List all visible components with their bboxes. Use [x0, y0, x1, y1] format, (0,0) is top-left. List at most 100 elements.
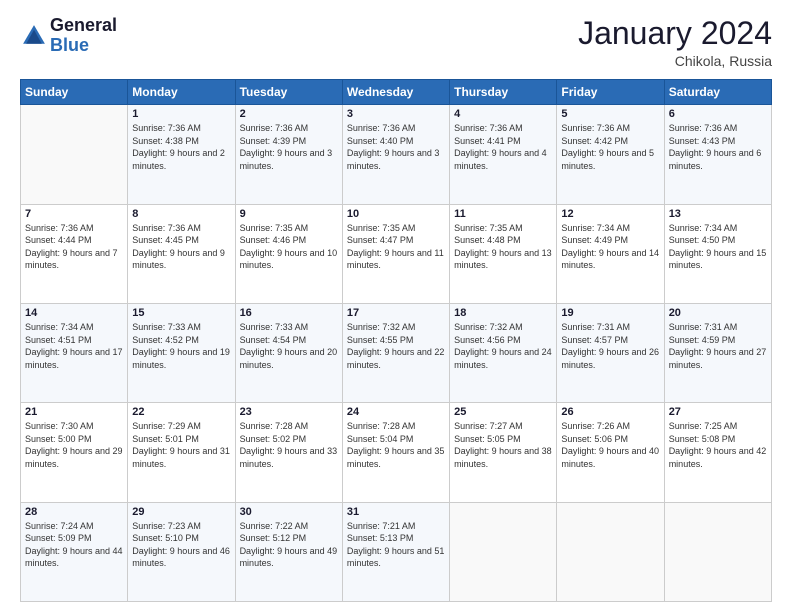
day-cell: 10 Sunrise: 7:35 AM Sunset: 4:47 PM Dayli…: [342, 204, 449, 303]
day-info: Sunrise: 7:27 AM Sunset: 5:05 PM Dayligh…: [454, 420, 552, 470]
day-cell: 22Sunrise: 7:29 AM Sunset: 5:01 PM Dayli…: [128, 403, 235, 502]
col-wednesday: Wednesday: [342, 80, 449, 105]
day-info: Sunrise: 7:34 AM Sunset: 4:50 PM Dayligh…: [669, 222, 767, 272]
day-cell: 15Sunrise: 7:33 AM Sunset: 4:52 PM Dayli…: [128, 303, 235, 402]
day-info: Sunrise: 7:26 AM Sunset: 5:06 PM Dayligh…: [561, 420, 659, 470]
day-info: Sunrise: 7:32 AM Sunset: 4:55 PM Dayligh…: [347, 321, 445, 371]
day-number: 13: [669, 208, 767, 220]
day-info: Sunrise: 7:25 AM Sunset: 5:08 PM Dayligh…: [669, 420, 767, 470]
day-info: Sunrise: 7:35 AM Sunset: 4:46 PM Dayligh…: [240, 222, 338, 272]
day-info: Sunrise: 7:29 AM Sunset: 5:01 PM Dayligh…: [132, 420, 230, 470]
day-cell: 13 Sunrise: 7:34 AM Sunset: 4:50 PM Dayli…: [664, 204, 771, 303]
col-saturday: Saturday: [664, 80, 771, 105]
day-cell: 14Sunrise: 7:34 AM Sunset: 4:51 PM Dayli…: [21, 303, 128, 402]
day-number: 28: [25, 506, 123, 518]
day-number: 7: [25, 208, 123, 220]
day-cell: 28 Sunrise: 7:24 AM Sunset: 5:09 PM Dayli…: [21, 502, 128, 601]
day-cell: 26 Sunrise: 7:26 AM Sunset: 5:06 PM Dayli…: [557, 403, 664, 502]
header: General Blue January 2024 Chikola, Russi…: [20, 16, 772, 69]
day-cell: 11 Sunrise: 7:35 AM Sunset: 4:48 PM Dayli…: [450, 204, 557, 303]
day-info: Sunrise: 7:33 AM Sunset: 4:54 PM Dayligh…: [240, 321, 338, 371]
day-number: 30: [240, 506, 338, 518]
day-number: 26: [561, 406, 659, 418]
day-info: Sunrise: 7:36 AM Sunset: 4:41 PM Dayligh…: [454, 122, 552, 172]
day-number: 3: [347, 108, 445, 120]
week-row-1: 1Sunrise: 7:36 AM Sunset: 4:38 PM Daylig…: [21, 105, 772, 204]
day-number: 9: [240, 208, 338, 220]
day-info: Sunrise: 7:23 AM Sunset: 5:10 PM Dayligh…: [132, 520, 230, 570]
day-cell: 30 Sunrise: 7:22 AM Sunset: 5:12 PM Dayli…: [235, 502, 342, 601]
week-row-4: 21 Sunrise: 7:30 AM Sunset: 5:00 PM Dayli…: [21, 403, 772, 502]
day-number: 23: [240, 406, 338, 418]
week-row-3: 14Sunrise: 7:34 AM Sunset: 4:51 PM Dayli…: [21, 303, 772, 402]
day-cell: [664, 502, 771, 601]
day-info: Sunrise: 7:30 AM Sunset: 5:00 PM Dayligh…: [25, 420, 123, 470]
day-cell: 12 Sunrise: 7:34 AM Sunset: 4:49 PM Dayli…: [557, 204, 664, 303]
day-number: 2: [240, 108, 338, 120]
day-info: Sunrise: 7:35 AM Sunset: 4:47 PM Dayligh…: [347, 222, 445, 272]
calendar-header: Sunday Monday Tuesday Wednesday Thursday…: [21, 80, 772, 105]
day-info: Sunrise: 7:36 AM Sunset: 4:45 PM Dayligh…: [132, 222, 230, 272]
day-number: 25: [454, 406, 552, 418]
day-number: 20: [669, 307, 767, 319]
day-cell: 7Sunrise: 7:36 AM Sunset: 4:44 PM Daylig…: [21, 204, 128, 303]
day-cell: 27 Sunrise: 7:25 AM Sunset: 5:08 PM Dayli…: [664, 403, 771, 502]
day-number: 19: [561, 307, 659, 319]
calendar-table: Sunday Monday Tuesday Wednesday Thursday…: [20, 79, 772, 602]
day-number: 14: [25, 307, 123, 319]
col-sunday: Sunday: [21, 80, 128, 105]
day-number: 15: [132, 307, 230, 319]
day-info: Sunrise: 7:36 AM Sunset: 4:42 PM Dayligh…: [561, 122, 659, 172]
day-cell: 31Sunrise: 7:21 AM Sunset: 5:13 PM Dayli…: [342, 502, 449, 601]
day-cell: 6Sunrise: 7:36 AM Sunset: 4:43 PM Daylig…: [664, 105, 771, 204]
day-number: 27: [669, 406, 767, 418]
col-thursday: Thursday: [450, 80, 557, 105]
day-info: Sunrise: 7:21 AM Sunset: 5:13 PM Dayligh…: [347, 520, 445, 570]
day-info: Sunrise: 7:32 AM Sunset: 4:56 PM Dayligh…: [454, 321, 552, 371]
day-info: Sunrise: 7:34 AM Sunset: 4:49 PM Dayligh…: [561, 222, 659, 272]
day-info: Sunrise: 7:22 AM Sunset: 5:12 PM Dayligh…: [240, 520, 338, 570]
day-info: Sunrise: 7:35 AM Sunset: 4:48 PM Dayligh…: [454, 222, 552, 272]
day-cell: [557, 502, 664, 601]
day-cell: 16 Sunrise: 7:33 AM Sunset: 4:54 PM Dayli…: [235, 303, 342, 402]
day-info: Sunrise: 7:36 AM Sunset: 4:39 PM Dayligh…: [240, 122, 338, 172]
day-cell: 24Sunrise: 7:28 AM Sunset: 5:04 PM Dayli…: [342, 403, 449, 502]
day-number: 10: [347, 208, 445, 220]
day-number: 24: [347, 406, 445, 418]
week-row-2: 7Sunrise: 7:36 AM Sunset: 4:44 PM Daylig…: [21, 204, 772, 303]
day-cell: 4 Sunrise: 7:36 AM Sunset: 4:41 PM Daylig…: [450, 105, 557, 204]
location: Chikola, Russia: [578, 53, 772, 69]
day-cell: 19 Sunrise: 7:31 AM Sunset: 4:57 PM Dayli…: [557, 303, 664, 402]
week-row-5: 28 Sunrise: 7:24 AM Sunset: 5:09 PM Dayli…: [21, 502, 772, 601]
day-cell: 20 Sunrise: 7:31 AM Sunset: 4:59 PM Dayli…: [664, 303, 771, 402]
day-info: Sunrise: 7:31 AM Sunset: 4:59 PM Dayligh…: [669, 321, 767, 371]
logo-text: General Blue: [50, 16, 117, 56]
col-tuesday: Tuesday: [235, 80, 342, 105]
logo-icon: [20, 22, 48, 50]
day-cell: 9 Sunrise: 7:35 AM Sunset: 4:46 PM Daylig…: [235, 204, 342, 303]
day-cell: 29Sunrise: 7:23 AM Sunset: 5:10 PM Dayli…: [128, 502, 235, 601]
day-number: 12: [561, 208, 659, 220]
day-info: Sunrise: 7:31 AM Sunset: 4:57 PM Dayligh…: [561, 321, 659, 371]
day-number: 6: [669, 108, 767, 120]
day-info: Sunrise: 7:36 AM Sunset: 4:38 PM Dayligh…: [132, 122, 230, 172]
day-cell: 1Sunrise: 7:36 AM Sunset: 4:38 PM Daylig…: [128, 105, 235, 204]
day-number: 8: [132, 208, 230, 220]
day-info: Sunrise: 7:24 AM Sunset: 5:09 PM Dayligh…: [25, 520, 123, 570]
day-cell: 2 Sunrise: 7:36 AM Sunset: 4:39 PM Daylig…: [235, 105, 342, 204]
day-number: 21: [25, 406, 123, 418]
month-title: January 2024: [578, 16, 772, 51]
day-cell: 17Sunrise: 7:32 AM Sunset: 4:55 PM Dayli…: [342, 303, 449, 402]
day-number: 4: [454, 108, 552, 120]
header-row: Sunday Monday Tuesday Wednesday Thursday…: [21, 80, 772, 105]
page: General Blue January 2024 Chikola, Russi…: [0, 0, 792, 612]
col-monday: Monday: [128, 80, 235, 105]
day-cell: [450, 502, 557, 601]
day-number: 16: [240, 307, 338, 319]
day-number: 18: [454, 307, 552, 319]
day-number: 11: [454, 208, 552, 220]
day-cell: 8 Sunrise: 7:36 AM Sunset: 4:45 PM Daylig…: [128, 204, 235, 303]
day-info: Sunrise: 7:28 AM Sunset: 5:02 PM Dayligh…: [240, 420, 338, 470]
day-info: Sunrise: 7:36 AM Sunset: 4:40 PM Dayligh…: [347, 122, 445, 172]
day-cell: [21, 105, 128, 204]
